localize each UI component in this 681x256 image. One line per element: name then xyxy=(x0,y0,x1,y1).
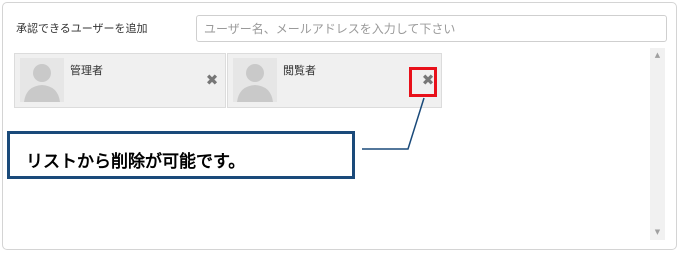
callout-connector xyxy=(362,97,425,150)
annotation-callout: リストから削除が可能です。 xyxy=(7,131,355,179)
annotation-text: リストから削除が可能です。 xyxy=(26,152,246,172)
